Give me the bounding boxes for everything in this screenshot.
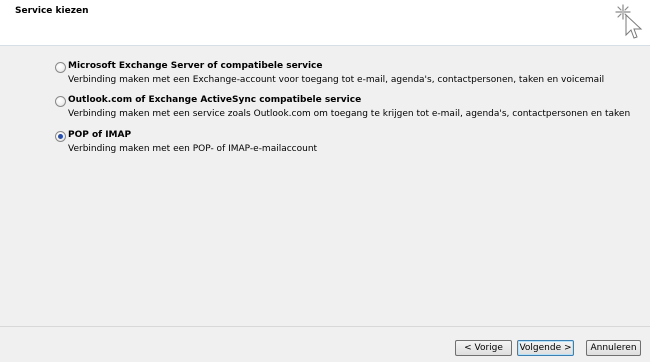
dialog-header: Service kiezen	[0, 0, 650, 46]
footer-divider	[0, 326, 650, 327]
next-button[interactable]: Volgende >	[517, 340, 574, 356]
option-outlook-com-description: Verbinding maken met een service zoals O…	[68, 109, 631, 119]
back-button[interactable]: < Vorige	[455, 340, 512, 356]
radio-pop-imap[interactable]	[55, 131, 66, 142]
radio-exchange[interactable]	[55, 62, 66, 73]
option-pop-imap-description: Verbinding maken met een POP- of IMAP-e-…	[68, 144, 318, 154]
option-outlook-com-title[interactable]: Outlook.com of Exchange ActiveSync compa…	[68, 95, 361, 105]
cancel-button[interactable]: Annuleren	[586, 340, 641, 356]
option-exchange-title[interactable]: Microsoft Exchange Server of compatibele…	[68, 61, 323, 71]
page-title: Service kiezen	[15, 6, 89, 16]
radio-outlook-com[interactable]	[55, 96, 66, 107]
option-exchange-description: Verbinding maken met een Exchange-accoun…	[68, 75, 605, 85]
wizard-cursor-icon	[615, 4, 643, 39]
option-pop-imap-title[interactable]: POP of IMAP	[68, 130, 131, 140]
